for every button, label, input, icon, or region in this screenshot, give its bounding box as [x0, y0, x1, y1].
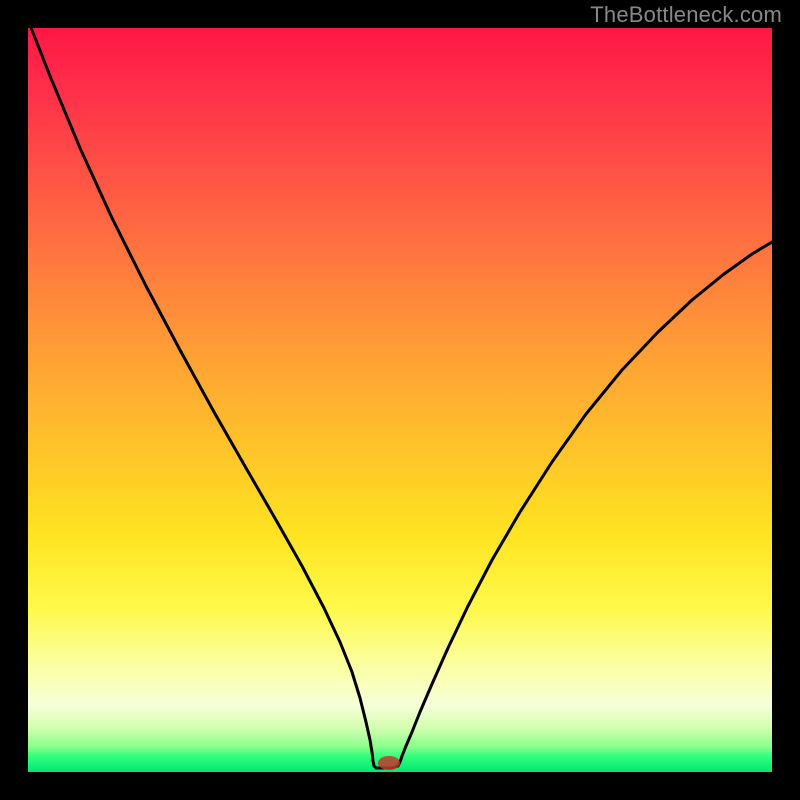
- watermark-text: TheBottleneck.com: [590, 2, 782, 28]
- optimum-marker: [378, 756, 400, 770]
- chart-frame: TheBottleneck.com: [0, 0, 800, 800]
- marker-layer: [28, 28, 772, 772]
- plot-area: [28, 28, 772, 772]
